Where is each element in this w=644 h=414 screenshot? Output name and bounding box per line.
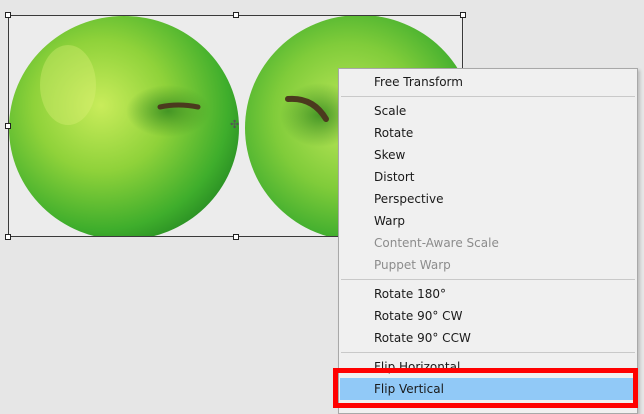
transform-handle-bottom-center[interactable] bbox=[233, 234, 239, 240]
menu-item-rotate-90-ccw[interactable]: Rotate 90° CCW bbox=[340, 327, 636, 349]
menu-item-puppet-warp: Puppet Warp bbox=[374, 258, 451, 272]
menu-item-rotate-90-cw[interactable]: Rotate 90° CW bbox=[340, 305, 636, 327]
menu-item-perspective[interactable]: Perspective bbox=[340, 188, 636, 210]
transform-handle-middle-left[interactable] bbox=[5, 123, 11, 129]
menu-separator bbox=[341, 279, 635, 280]
menu-item-scale[interactable]: Scale bbox=[340, 100, 636, 122]
transform-handle-bottom-left[interactable] bbox=[5, 234, 11, 240]
menu-item-content-aware-scale: Content-Aware Scale bbox=[374, 236, 499, 250]
menu-item-warp[interactable]: Warp bbox=[340, 210, 636, 232]
menu-separator bbox=[341, 352, 635, 353]
menu-item-distort[interactable]: Distort bbox=[340, 166, 636, 188]
transform-handle-top-right[interactable] bbox=[460, 12, 466, 18]
menu-separator bbox=[341, 96, 635, 97]
transform-handle-top-left[interactable] bbox=[5, 12, 11, 18]
transform-context-menu: Free Transform Scale Rotate Skew Distort… bbox=[338, 68, 638, 414]
menu-item-skew[interactable]: Skew bbox=[340, 144, 636, 166]
annotation-highlight-box bbox=[333, 368, 638, 408]
transform-handle-top-center[interactable] bbox=[233, 12, 239, 18]
menu-item-free-transform[interactable]: Free Transform bbox=[340, 71, 636, 93]
menu-item-rotate[interactable]: Rotate bbox=[340, 122, 636, 144]
reference-point-icon[interactable]: ✣ bbox=[230, 119, 239, 130]
menu-item-rotate-180[interactable]: Rotate 180° bbox=[340, 283, 636, 305]
